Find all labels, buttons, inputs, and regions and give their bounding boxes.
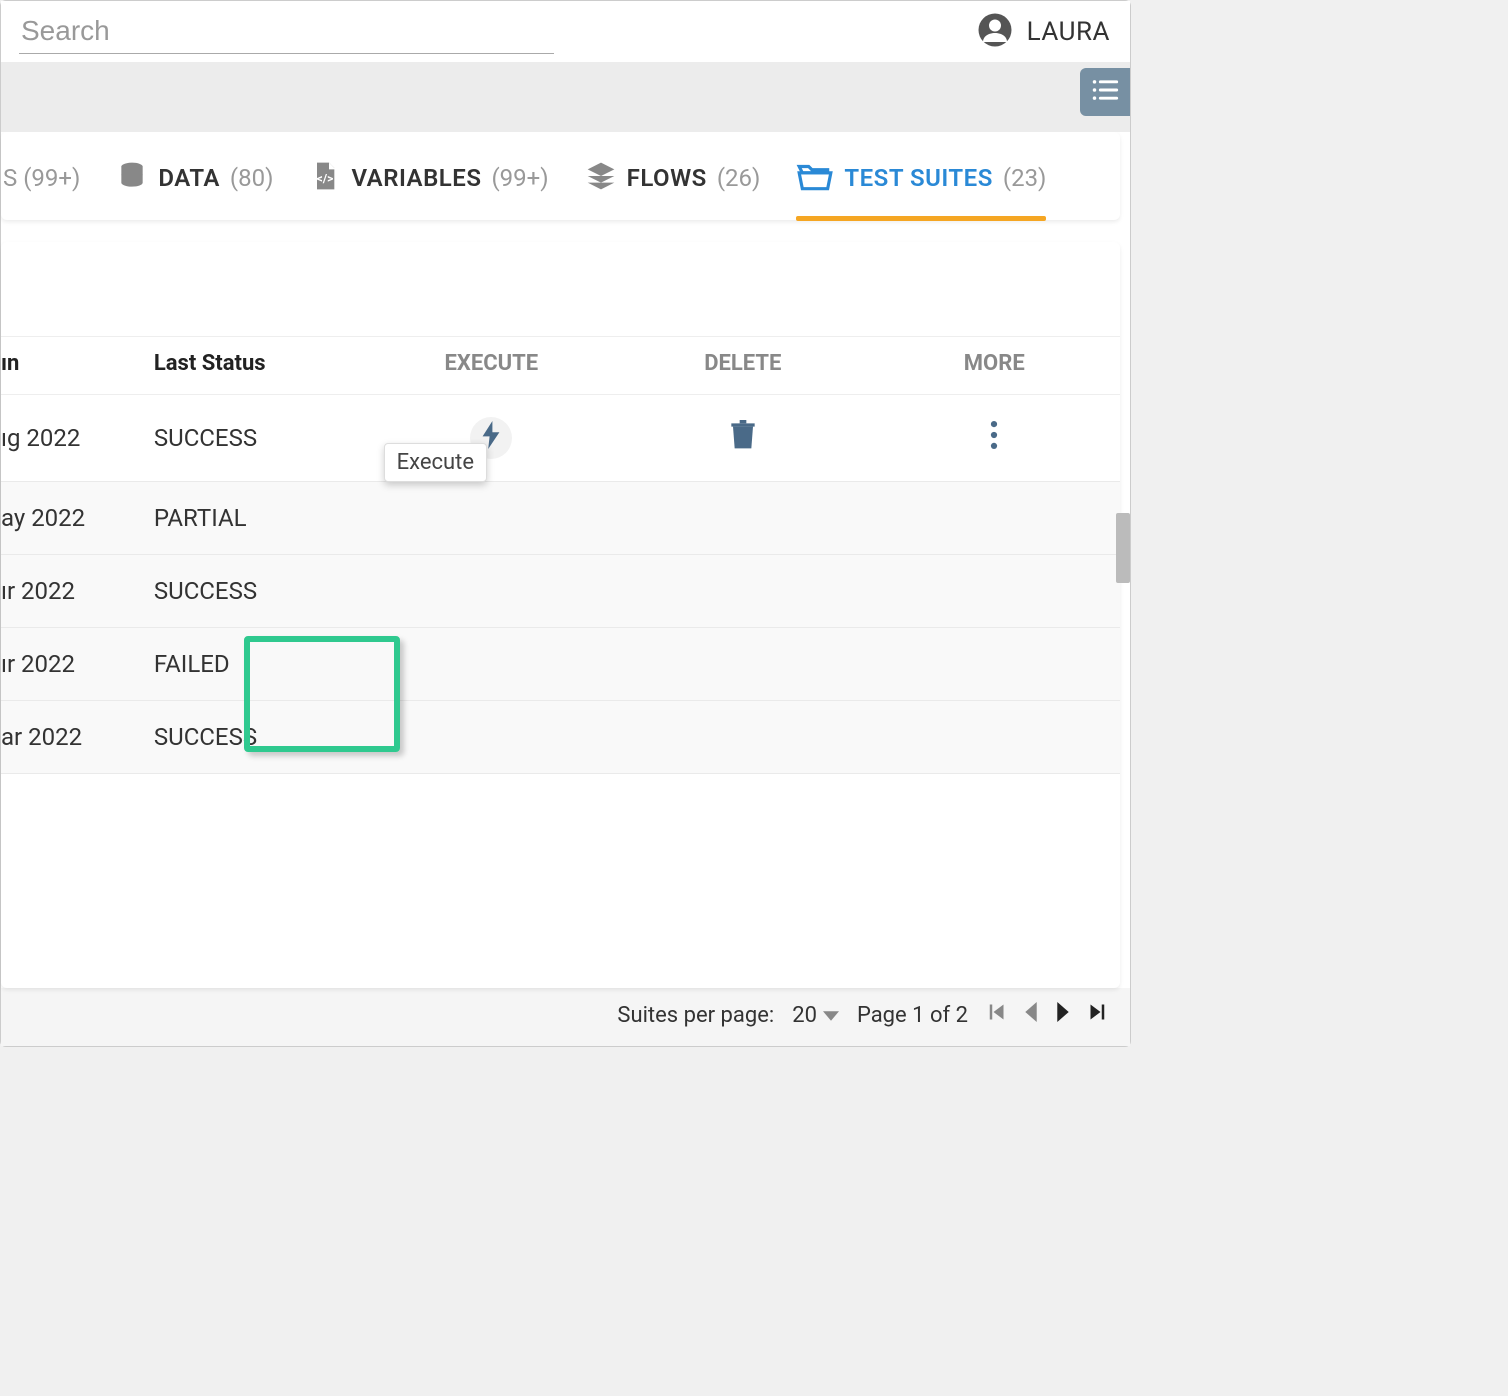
active-tab-underline bbox=[796, 216, 1046, 221]
tab-flows-count: (26) bbox=[717, 164, 761, 192]
search-input[interactable] bbox=[19, 9, 554, 54]
search-wrap bbox=[19, 9, 554, 54]
table-row[interactable]: ır 2022 SUCCESS bbox=[1, 555, 1120, 628]
per-page-value: 20 bbox=[792, 1003, 817, 1028]
code-file-icon: </> bbox=[309, 160, 341, 196]
svg-text:</>: </> bbox=[317, 172, 334, 186]
table-wrap: ın Last Status EXECUTE DELETE MORE ıg 20… bbox=[1, 336, 1120, 988]
delete-button[interactable] bbox=[730, 428, 756, 456]
cell-date: ar 2022 bbox=[1, 701, 152, 774]
cell-status: SUCCESS bbox=[152, 701, 366, 774]
scrollbar-thumb[interactable] bbox=[1116, 513, 1130, 583]
cell-more bbox=[869, 395, 1120, 482]
more-vertical-icon bbox=[990, 427, 998, 455]
list-icon bbox=[1091, 78, 1119, 106]
suites-per-page-label: Suites per page: bbox=[617, 1003, 774, 1028]
tab-variables-count: (99+) bbox=[491, 164, 548, 192]
table-row[interactable]: ır 2022 FAILED bbox=[1, 628, 1120, 701]
col-execute[interactable]: EXECUTE bbox=[366, 337, 617, 395]
trash-icon bbox=[730, 428, 756, 456]
user-avatar-icon bbox=[977, 12, 1013, 52]
tab-partial-left: S (99+) bbox=[3, 164, 80, 192]
cell-date: ay 2022 bbox=[1, 482, 152, 555]
tab-test-suites[interactable]: TEST SUITES (23) bbox=[796, 160, 1046, 196]
cell-status: SUCCESS bbox=[152, 395, 366, 482]
user-menu[interactable]: LAURA bbox=[977, 12, 1110, 52]
top-bar: LAURA bbox=[1, 1, 1130, 62]
chevron-left-icon bbox=[1024, 1002, 1038, 1028]
table-row[interactable]: ar 2022 SUCCESS bbox=[1, 701, 1120, 774]
app-window: LAURA S (99+) bbox=[0, 0, 1131, 1047]
execute-tooltip: Execute bbox=[384, 443, 487, 482]
more-button[interactable] bbox=[990, 427, 998, 455]
chevron-right-icon bbox=[1056, 1002, 1070, 1028]
last-page-icon bbox=[1088, 1002, 1108, 1028]
content-card: ın Last Status EXECUTE DELETE MORE ıg 20… bbox=[1, 242, 1120, 988]
col-last-status[interactable]: Last Status bbox=[152, 337, 366, 395]
cell-status: PARTIAL bbox=[152, 482, 366, 555]
tab-data[interactable]: DATA (80) bbox=[116, 160, 273, 196]
page-info: Page 1 of 2 bbox=[857, 1003, 968, 1028]
dropdown-arrow-icon bbox=[823, 1003, 839, 1028]
col-more[interactable]: MORE bbox=[869, 337, 1120, 395]
tabs-row: S (99+) DATA (80) </> VARIABLES bbox=[1, 132, 1120, 220]
last-page-button[interactable] bbox=[1088, 1002, 1108, 1028]
tab-variables[interactable]: </> VARIABLES (99+) bbox=[309, 160, 548, 196]
database-icon bbox=[116, 160, 148, 196]
tab-flows[interactable]: FLOWS (26) bbox=[585, 160, 761, 196]
table-row[interactable]: ay 2022 PARTIAL bbox=[1, 482, 1120, 555]
tab-flows-label: FLOWS bbox=[627, 164, 707, 192]
cell-date: ır 2022 bbox=[1, 628, 152, 701]
list-view-toggle[interactable] bbox=[1080, 68, 1130, 116]
user-name: LAURA bbox=[1027, 17, 1110, 47]
first-page-icon bbox=[986, 1002, 1006, 1028]
tab-test-suites-count: (23) bbox=[1003, 164, 1047, 192]
toolbar-strip bbox=[1, 62, 1130, 132]
tab-data-count: (80) bbox=[230, 164, 274, 192]
col-delete[interactable]: DELETE bbox=[617, 337, 868, 395]
folder-open-icon bbox=[796, 160, 834, 196]
prev-page-button[interactable] bbox=[1024, 1002, 1038, 1028]
cell-execute: Execute bbox=[366, 395, 617, 482]
per-page-select[interactable]: 20 bbox=[792, 1003, 839, 1028]
tab-test-suites-label: TEST SUITES bbox=[844, 164, 992, 192]
table-row[interactable]: ıg 2022 SUCCESS Execute bbox=[1, 395, 1120, 482]
cell-status: SUCCESS bbox=[152, 555, 366, 628]
cell-status: FAILED bbox=[152, 628, 366, 701]
layers-icon bbox=[585, 160, 617, 196]
next-page-button[interactable] bbox=[1056, 1002, 1070, 1028]
pagination-footer: Suites per page: 20 Page 1 of 2 bbox=[1, 988, 1130, 1046]
pagination-nav bbox=[986, 1002, 1108, 1028]
tab-data-label: DATA bbox=[158, 164, 220, 192]
cell-date: ıg 2022 bbox=[1, 395, 152, 482]
first-page-button[interactable] bbox=[986, 1002, 1006, 1028]
cell-date: ır 2022 bbox=[1, 555, 152, 628]
tab-variables-label: VARIABLES bbox=[351, 164, 481, 192]
cell-delete bbox=[617, 395, 868, 482]
col-last-run[interactable]: ın bbox=[1, 337, 152, 395]
test-suites-table: ın Last Status EXECUTE DELETE MORE ıg 20… bbox=[1, 336, 1120, 774]
